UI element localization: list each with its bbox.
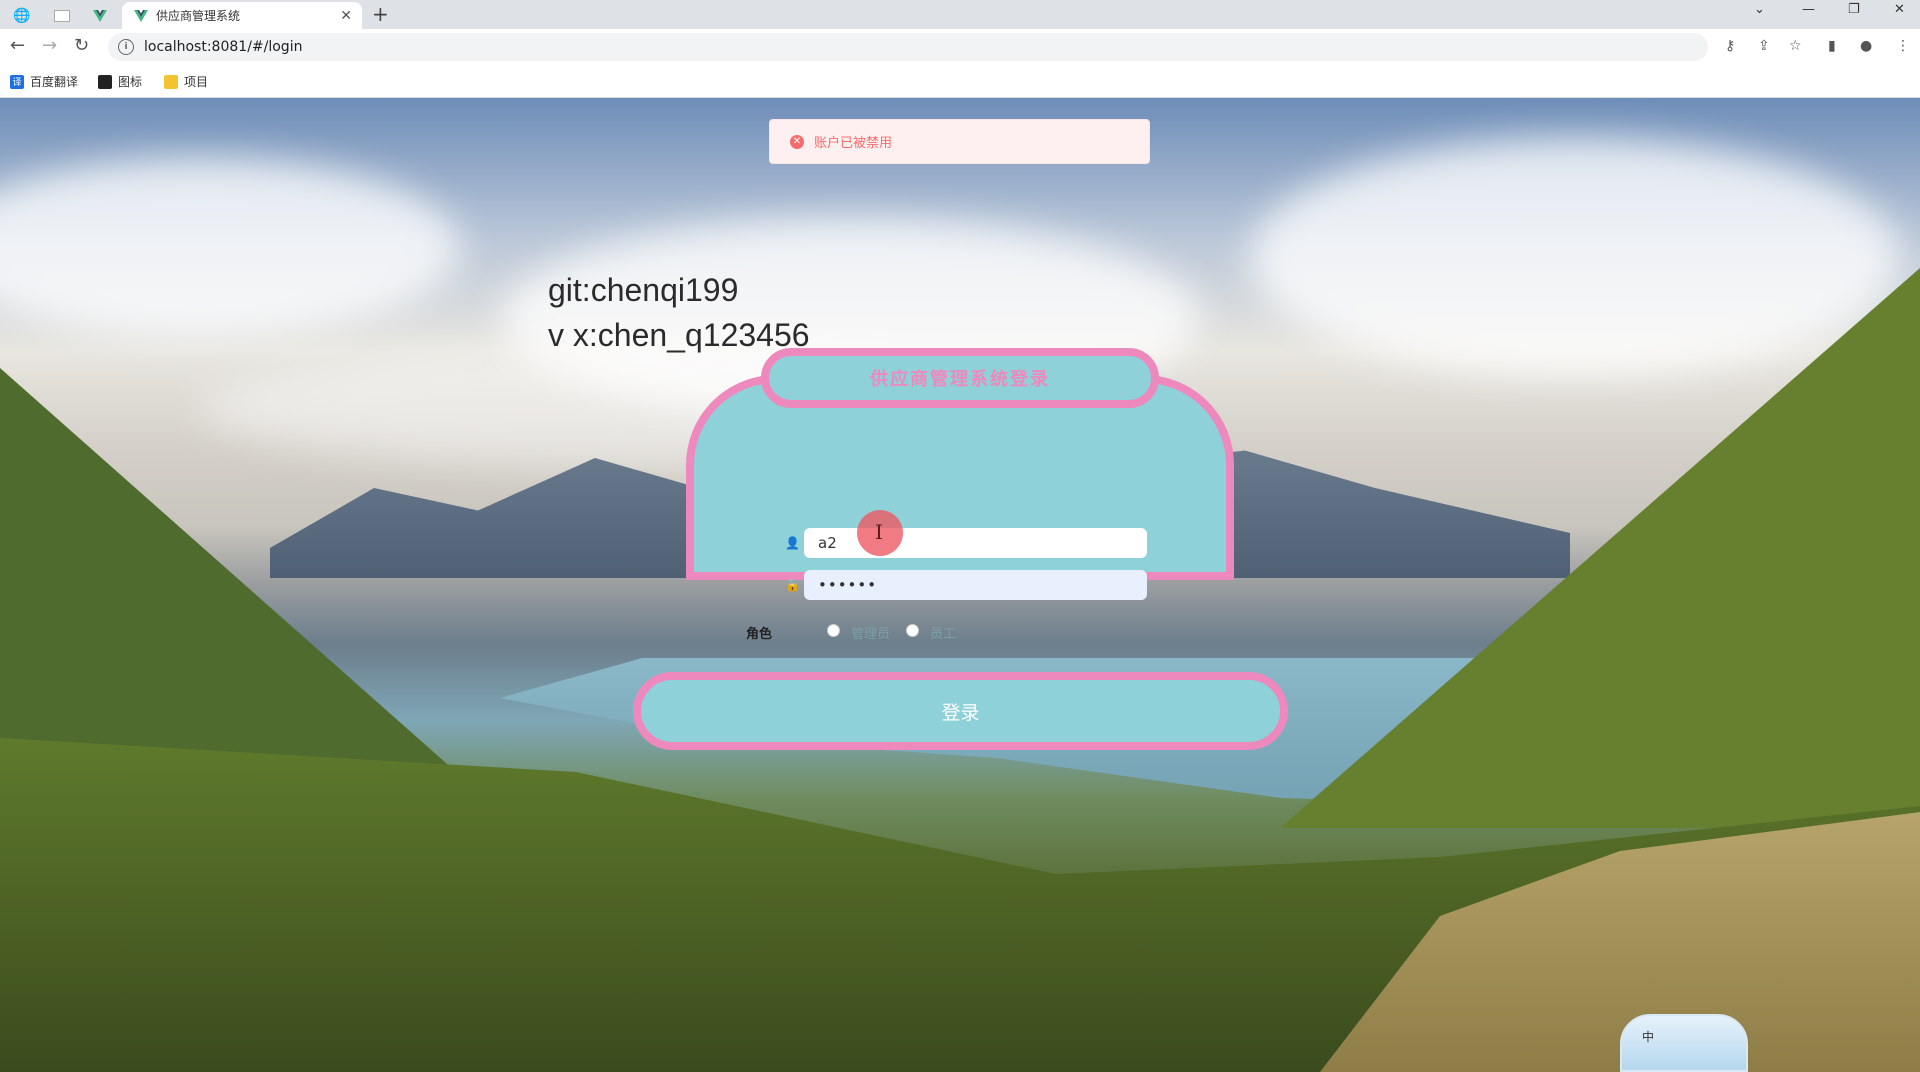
iconfont-icon xyxy=(98,74,112,89)
error-toast: ✕ 账户已被禁用 xyxy=(769,119,1150,164)
bookmark-folder-projects[interactable]: 项目 xyxy=(164,73,208,90)
password-value: •••••• xyxy=(818,576,878,594)
watermark-line2: v x:chen_q123456 xyxy=(548,317,810,353)
folder-icon xyxy=(164,74,178,89)
bookmark-label: 百度翻译 xyxy=(30,75,79,89)
role-label: 角色 xyxy=(746,627,773,642)
site-info-icon[interactable]: i xyxy=(118,39,134,55)
role-employee-label[interactable]: 员工 xyxy=(930,623,956,642)
minimize-icon[interactable]: — xyxy=(1802,2,1815,17)
login-card-header: 供应商管理系统登录 xyxy=(761,348,1159,408)
globe-icon: 🌐 xyxy=(13,8,31,24)
profile-avatar-icon[interactable]: ● xyxy=(1860,38,1872,54)
username-input[interactable]: a2 xyxy=(804,528,1147,558)
role-radio-employee[interactable] xyxy=(906,624,919,637)
role-admin-label[interactable]: 管理员 xyxy=(851,623,890,642)
forward-icon[interactable]: → xyxy=(42,35,57,56)
username-value: a2 xyxy=(818,534,837,552)
side-panel-icon[interactable]: ▮ xyxy=(1828,38,1836,54)
address-bar[interactable]: i localhost:8081/#/login xyxy=(108,33,1708,61)
login-button[interactable]: 登录 xyxy=(633,672,1288,750)
vue-logo-icon xyxy=(93,10,107,22)
pinned-tab-globe[interactable]: 🌐 xyxy=(4,4,40,28)
error-circle-icon: ✕ xyxy=(790,134,804,149)
ime-mode: 中 xyxy=(1642,1030,1655,1044)
pinned-tab-blank[interactable] xyxy=(44,4,80,28)
bookmark-baidu-translate[interactable]: 译 百度翻译 xyxy=(10,73,78,90)
bookmark-icons[interactable]: 图标 xyxy=(98,73,142,90)
watermark-line1: git:chenqi199 xyxy=(548,272,739,308)
close-window-icon[interactable]: ✕ xyxy=(1894,2,1905,17)
baidu-translate-icon: 译 xyxy=(10,74,24,89)
right-mountain xyxy=(1280,268,1920,828)
reload-icon[interactable]: ↻ xyxy=(74,35,89,56)
tab-search-chevron-icon[interactable]: ⌄ xyxy=(1754,2,1765,17)
tab-title: 供应商管理系统 xyxy=(156,9,241,23)
menu-kebab-icon[interactable]: ⋮ xyxy=(1896,38,1910,54)
lock-icon: 🔒 xyxy=(785,578,800,592)
watermark-text: git:chenqi199 v x:chen_q123456 xyxy=(548,268,810,358)
pinned-tab-vue[interactable] xyxy=(82,4,118,28)
bookmark-label: 图标 xyxy=(118,75,143,89)
login-title: 供应商管理系统登录 xyxy=(870,369,1050,390)
url-text: localhost:8081/#/login xyxy=(144,39,303,55)
user-icon: 👤 xyxy=(785,536,800,550)
share-icon[interactable]: ⇪ xyxy=(1758,38,1770,54)
role-radio-admin[interactable] xyxy=(827,624,840,637)
key-icon[interactable]: ⚷ xyxy=(1725,38,1735,54)
active-tab[interactable]: 供应商管理系统 ✕ xyxy=(122,2,362,29)
bookmarks-bar: 译 百度翻译 图标 项目 xyxy=(0,65,1920,98)
page-icon xyxy=(54,10,70,22)
browser-toolbar: ← → ↻ i localhost:8081/#/login ⚷ ⇪ ☆ ▮ ●… xyxy=(0,29,1920,65)
text-cursor-icon: I xyxy=(875,520,883,544)
tab-close-icon[interactable]: ✕ xyxy=(340,8,352,24)
new-tab-icon[interactable]: + xyxy=(372,2,389,26)
toast-message: 账户已被禁用 xyxy=(814,136,893,151)
bookmark-star-icon[interactable]: ☆ xyxy=(1789,38,1802,54)
cloud-decoration xyxy=(0,158,460,338)
ime-toolbar[interactable]: 中 xyxy=(1620,1014,1748,1072)
bookmark-label: 项目 xyxy=(184,75,209,89)
restore-icon[interactable]: ❐ xyxy=(1848,2,1860,17)
back-icon[interactable]: ← xyxy=(10,35,25,56)
password-input[interactable]: •••••• xyxy=(804,570,1147,600)
vue-logo-icon xyxy=(134,9,148,22)
browser-tab-bar: 🌐 供应商管理系统 ✕ + ⌄ — ❐ ✕ xyxy=(0,0,1920,29)
